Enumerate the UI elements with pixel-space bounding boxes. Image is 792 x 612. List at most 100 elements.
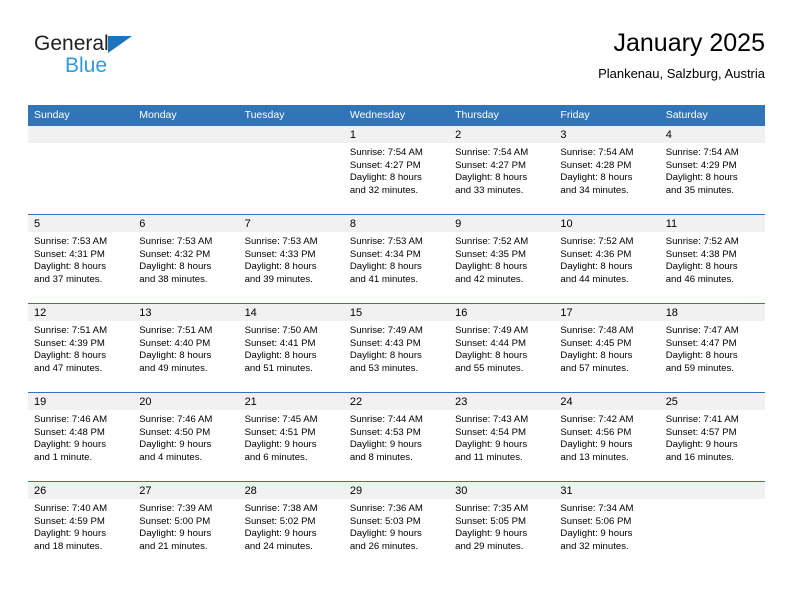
daylight-text-line1: Daylight: 8 hours xyxy=(139,261,212,273)
day-details: Sunrise: 7:53 AM Sunset: 4:33 PM Daylight:… xyxy=(239,232,344,286)
sunrise-text: Sunrise: 7:52 AM xyxy=(455,236,529,247)
calendar-day-cell[interactable]: 2 Sunrise: 7:54 AM Sunset: 4:27 PM Daylight… xyxy=(449,126,555,215)
daylight-text-line2: and 59 minutes. xyxy=(665,362,734,374)
daylight-text-line1: Daylight: 8 hours xyxy=(455,172,528,184)
calendar-day-cell[interactable]: 13 Sunrise: 7:51 AM Sunset: 4:40 PM Dayligh… xyxy=(133,303,239,393)
day-number xyxy=(133,126,239,143)
sunset-text: Sunset: 4:27 PM xyxy=(349,159,421,171)
calendar-day-cell[interactable]: 26 Sunrise: 7:40 AM Sunset: 4:59 PM Dayligh… xyxy=(28,481,134,570)
sunset-text: Sunset: 4:53 PM xyxy=(349,426,421,438)
calendar-day-cell[interactable]: 17 Sunrise: 7:48 AM Sunset: 4:45 PM Dayligh… xyxy=(554,303,660,393)
daylight-text-line1: Daylight: 9 hours xyxy=(244,439,317,451)
calendar-day-cell[interactable]: 25 Sunrise: 7:41 AM Sunset: 4:57 PM Dayligh… xyxy=(659,392,765,482)
calendar-day-cell[interactable]: 1 Sunrise: 7:54 AM Sunset: 4:27 PM Daylight… xyxy=(343,126,450,215)
day-number: 8 xyxy=(343,215,450,232)
blue-triangle-icon xyxy=(108,36,132,53)
day-cell-inner: 14 Sunrise: 7:50 AM Sunset: 4:41 PM Dayligh… xyxy=(238,304,344,392)
weekday-header-sunday: Sunday xyxy=(28,105,134,126)
day-details: Sunrise: 7:44 AM Sunset: 4:53 PM Daylight:… xyxy=(344,410,449,464)
day-number: 30 xyxy=(449,482,555,499)
page-title: January 2025 xyxy=(613,29,765,57)
sunrise-text: Sunrise: 7:53 AM xyxy=(349,236,423,247)
sunset-text: Sunset: 4:51 PM xyxy=(244,426,316,438)
day-details: Sunrise: 7:54 AM Sunset: 4:27 PM Daylight:… xyxy=(449,143,554,197)
daylight-text-line1: Daylight: 8 hours xyxy=(139,350,212,362)
sunset-text: Sunset: 4:29 PM xyxy=(665,159,737,171)
sunrise-text: Sunrise: 7:41 AM xyxy=(665,414,739,425)
day-details: Sunrise: 7:47 AM Sunset: 4:47 PM Daylight:… xyxy=(660,321,765,375)
sunrise-text: Sunrise: 7:49 AM xyxy=(455,325,529,336)
calendar-day-cell[interactable]: 10 Sunrise: 7:52 AM Sunset: 4:36 PM Dayligh… xyxy=(554,214,660,304)
daylight-text-line1: Daylight: 8 hours xyxy=(34,350,106,362)
day-details: Sunrise: 7:46 AM Sunset: 4:48 PM Daylight:… xyxy=(28,410,133,464)
day-number: 26 xyxy=(28,482,134,499)
daylight-text-line1: Daylight: 9 hours xyxy=(455,528,528,540)
calendar-day-cell[interactable]: 12 Sunrise: 7:51 AM Sunset: 4:39 PM Dayligh… xyxy=(28,303,134,393)
day-cell-inner: 30 Sunrise: 7:35 AM Sunset: 5:05 PM Dayligh… xyxy=(449,482,555,570)
daylight-text-line2: and 51 minutes. xyxy=(244,362,313,374)
calendar-day-cell[interactable]: 27 Sunrise: 7:39 AM Sunset: 5:00 PM Dayligh… xyxy=(133,481,239,570)
sunset-text: Sunset: 4:57 PM xyxy=(665,426,737,438)
daylight-text-line2: and 41 minutes. xyxy=(349,273,419,285)
daylight-text-line1: Daylight: 8 hours xyxy=(560,261,633,273)
calendar-day-cell-empty xyxy=(238,126,344,215)
daylight-text-line1: Daylight: 8 hours xyxy=(455,261,528,273)
calendar-day-cell[interactable]: 29 Sunrise: 7:36 AM Sunset: 5:03 PM Dayligh… xyxy=(343,481,450,570)
daylight-text-line2: and 8 minutes. xyxy=(349,451,413,463)
day-cell-inner xyxy=(28,126,134,214)
calendar-day-cell[interactable]: 28 Sunrise: 7:38 AM Sunset: 5:02 PM Dayligh… xyxy=(238,481,344,570)
calendar-day-cell[interactable]: 3 Sunrise: 7:54 AM Sunset: 4:28 PM Daylight… xyxy=(554,126,660,215)
day-details: Sunrise: 7:54 AM Sunset: 4:28 PM Daylight:… xyxy=(554,143,659,197)
day-details: Sunrise: 7:52 AM Sunset: 4:35 PM Daylight:… xyxy=(449,232,554,286)
day-number: 21 xyxy=(238,393,344,410)
calendar-day-cell[interactable]: 15 Sunrise: 7:49 AM Sunset: 4:43 PM Dayligh… xyxy=(343,303,450,393)
calendar-day-cell[interactable]: 4 Sunrise: 7:54 AM Sunset: 4:29 PM Daylight… xyxy=(659,126,765,215)
day-cell-inner: 10 Sunrise: 7:52 AM Sunset: 4:36 PM Dayligh… xyxy=(554,215,660,303)
sunset-text: Sunset: 5:06 PM xyxy=(560,515,632,527)
day-cell-inner: 8 Sunrise: 7:53 AM Sunset: 4:34 PM Daylight… xyxy=(343,215,450,303)
calendar-day-cell[interactable]: 31 Sunrise: 7:34 AM Sunset: 5:06 PM Dayligh… xyxy=(554,481,660,570)
day-cell-inner xyxy=(659,482,765,570)
day-details: Sunrise: 7:38 AM Sunset: 5:02 PM Daylight:… xyxy=(239,499,344,553)
calendar-day-cell[interactable]: 22 Sunrise: 7:44 AM Sunset: 4:53 PM Dayligh… xyxy=(343,392,450,482)
calendar-day-cell[interactable]: 20 Sunrise: 7:46 AM Sunset: 4:50 PM Dayligh… xyxy=(133,392,239,482)
sunrise-text: Sunrise: 7:45 AM xyxy=(244,414,318,425)
day-number: 9 xyxy=(449,215,555,232)
day-cell-inner: 3 Sunrise: 7:54 AM Sunset: 4:28 PM Daylight… xyxy=(554,126,660,214)
daylight-text-line2: and 49 minutes. xyxy=(139,362,208,374)
calendar-day-cell[interactable]: 11 Sunrise: 7:52 AM Sunset: 4:38 PM Dayligh… xyxy=(659,214,765,304)
day-number: 5 xyxy=(28,215,134,232)
day-cell-inner: 24 Sunrise: 7:42 AM Sunset: 4:56 PM Dayligh… xyxy=(554,393,660,481)
sunset-text: Sunset: 4:38 PM xyxy=(665,248,737,260)
calendar-day-cell[interactable]: 30 Sunrise: 7:35 AM Sunset: 5:05 PM Dayligh… xyxy=(449,481,555,570)
daylight-text-line2: and 55 minutes. xyxy=(455,362,524,374)
day-cell-inner: 2 Sunrise: 7:54 AM Sunset: 4:27 PM Daylight… xyxy=(449,126,555,214)
daylight-text-line2: and 46 minutes. xyxy=(665,273,734,285)
calendar-day-cell[interactable]: 5 Sunrise: 7:53 AM Sunset: 4:31 PM Daylight… xyxy=(28,214,134,304)
calendar-day-cell[interactable]: 9 Sunrise: 7:52 AM Sunset: 4:35 PM Daylight… xyxy=(449,214,555,304)
sunrise-text: Sunrise: 7:49 AM xyxy=(349,325,423,336)
calendar-day-cell[interactable]: 18 Sunrise: 7:47 AM Sunset: 4:47 PM Dayligh… xyxy=(659,303,765,393)
day-number xyxy=(28,126,134,143)
generalblue-logo[interactable]: General Blue xyxy=(34,32,214,90)
sunset-text: Sunset: 4:41 PM xyxy=(244,337,316,349)
calendar-day-cell[interactable]: 19 Sunrise: 7:46 AM Sunset: 4:48 PM Dayligh… xyxy=(28,392,134,482)
sunrise-text: Sunrise: 7:51 AM xyxy=(139,325,213,336)
calendar-day-cell[interactable]: 14 Sunrise: 7:50 AM Sunset: 4:41 PM Dayligh… xyxy=(238,303,344,393)
calendar-day-cell[interactable]: 21 Sunrise: 7:45 AM Sunset: 4:51 PM Dayligh… xyxy=(238,392,344,482)
day-cell-inner: 13 Sunrise: 7:51 AM Sunset: 4:40 PM Dayligh… xyxy=(133,304,239,392)
sunrise-text: Sunrise: 7:53 AM xyxy=(244,236,318,247)
day-details: Sunrise: 7:49 AM Sunset: 4:43 PM Daylight:… xyxy=(344,321,449,375)
calendar-week-row: 19 Sunrise: 7:46 AM Sunset: 4:48 PM Dayligh… xyxy=(28,392,765,482)
calendar-day-cell[interactable]: 24 Sunrise: 7:42 AM Sunset: 4:56 PM Dayligh… xyxy=(554,392,660,482)
daylight-text-line1: Daylight: 8 hours xyxy=(244,350,317,362)
calendar-day-cell[interactable]: 23 Sunrise: 7:43 AM Sunset: 4:54 PM Dayligh… xyxy=(449,392,555,482)
calendar-day-cell[interactable]: 6 Sunrise: 7:53 AM Sunset: 4:32 PM Daylight… xyxy=(133,214,239,304)
calendar-day-cell[interactable]: 7 Sunrise: 7:53 AM Sunset: 4:33 PM Daylight… xyxy=(238,214,344,304)
day-details: Sunrise: 7:53 AM Sunset: 4:31 PM Daylight:… xyxy=(28,232,133,286)
calendar-day-cell[interactable]: 16 Sunrise: 7:49 AM Sunset: 4:44 PM Dayligh… xyxy=(449,303,555,393)
day-details: Sunrise: 7:52 AM Sunset: 4:36 PM Daylight:… xyxy=(554,232,659,286)
sunrise-text: Sunrise: 7:43 AM xyxy=(455,414,529,425)
sunrise-text: Sunrise: 7:54 AM xyxy=(560,147,634,158)
calendar-day-cell[interactable]: 8 Sunrise: 7:53 AM Sunset: 4:34 PM Daylight… xyxy=(343,214,450,304)
